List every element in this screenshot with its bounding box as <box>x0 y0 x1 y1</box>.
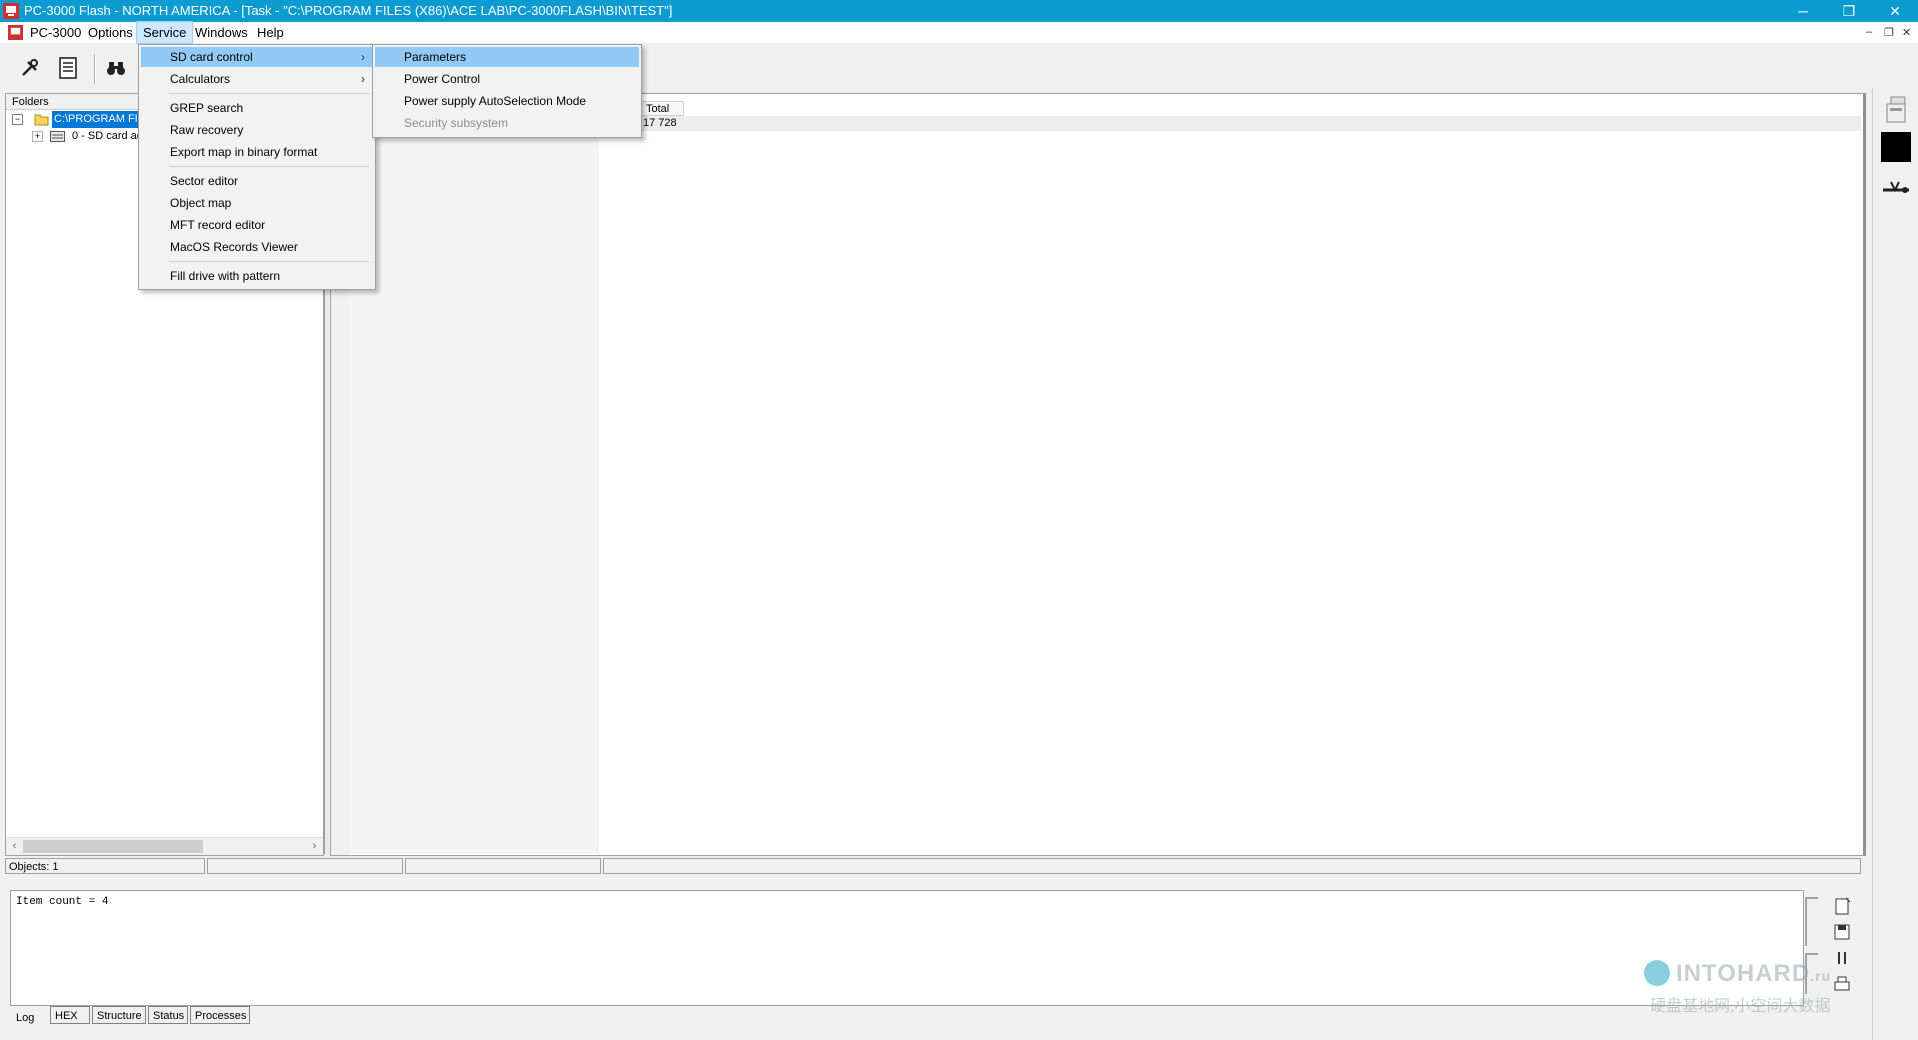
restore-button[interactable]: ❐ <box>1826 0 1872 22</box>
tree-node-sd-card-label[interactable]: 0 - SD card ad <box>72 128 143 145</box>
right-tool-strip <box>1872 88 1918 1040</box>
scrollbar-thumb[interactable] <box>23 840 203 853</box>
watermark-logo-icon <box>1644 960 1670 986</box>
watermark: INTOHARD.ru 硬盘基地网,小空间大数据 <box>1642 958 1862 1018</box>
menu-bar: PC-3000 Options Service Windows Help – ❐… <box>0 21 1918 44</box>
tab-hex[interactable]: HEX <box>50 1006 90 1024</box>
submenu-arrow-icon: › <box>361 50 365 64</box>
toolbar <box>0 48 135 88</box>
menu-item-fill-drive[interactable]: Fill drive with pattern <box>141 266 373 286</box>
save-icon[interactable] <box>1832 922 1852 942</box>
tree-node-root-label[interactable]: C:\PROGRAM FIL <box>52 111 146 128</box>
close-button[interactable]: ✕ <box>1872 0 1918 22</box>
tab-processes[interactable]: Processes <box>190 1006 250 1024</box>
scroll-left-icon[interactable]: ‹ <box>6 839 23 854</box>
menu-item-object-map[interactable]: Object map <box>141 193 373 213</box>
menu-item-parameters[interactable]: Parameters <box>375 47 639 67</box>
toolbar-separator <box>94 54 96 84</box>
scroll-right-icon[interactable]: › <box>306 839 323 854</box>
watermark-domain: .ru <box>1810 968 1832 984</box>
menu-separator <box>169 93 369 94</box>
log-panel[interactable]: Item count = 4 <box>10 890 1804 1006</box>
menu-item-sd-card-control-label: SD card control <box>170 50 253 64</box>
menu-item-macos-records-viewer[interactable]: MacOS Records Viewer <box>141 237 373 257</box>
menu-item-power-autoselection[interactable]: Power supply AutoSelection Mode <box>375 91 639 111</box>
status-cell-4 <box>603 858 1861 874</box>
watermark-brand-name: INTOHARD <box>1676 960 1811 987</box>
menu-item-calculators-label: Calculators <box>170 72 231 86</box>
watermark-tagline: 硬盘基地网,小空间大数据 <box>1650 998 1831 1015</box>
table-cell-total: 17 728 <box>643 117 677 129</box>
folder-icon <box>34 114 49 126</box>
tools-icon <box>22 59 38 76</box>
submenu-arrow-icon: › <box>361 72 365 86</box>
menu-service[interactable]: Service <box>135 21 194 44</box>
tree-expand-toggle[interactable]: + <box>32 131 43 142</box>
tab-structure[interactable]: Structure <box>92 1006 146 1024</box>
menu-options[interactable]: Options <box>82 22 139 43</box>
status-cell-3 <box>405 858 601 874</box>
column-header-total[interactable]: Total <box>639 101 684 116</box>
search-button[interactable] <box>100 52 132 84</box>
drive-icon <box>50 131 65 142</box>
tools-button[interactable] <box>14 52 46 84</box>
device-icon[interactable] <box>1881 94 1911 124</box>
menu-item-security-subsystem: Security subsystem <box>404 116 509 130</box>
log-text: Item count = 4 <box>16 896 109 908</box>
minimize-button[interactable]: ─ <box>1780 0 1826 22</box>
menu-help[interactable]: Help <box>251 22 290 43</box>
new-log-icon[interactable] <box>1832 896 1852 916</box>
status-cell-2 <box>207 858 403 874</box>
sd-card-submenu: Parameters Power Control Power supply Au… <box>372 44 642 138</box>
mdi-close-button[interactable]: ✕ <box>1902 26 1911 39</box>
menu-pc3000[interactable]: PC-3000 <box>24 22 87 43</box>
black-indicator-icon[interactable] <box>1881 132 1911 162</box>
menu-separator <box>169 261 369 262</box>
menu-item-mft-record-editor[interactable]: MFT record editor <box>141 215 373 235</box>
report-button[interactable] <box>52 52 84 84</box>
tree-collapse-toggle[interactable]: − <box>12 114 23 125</box>
menu-separator <box>169 166 369 167</box>
binoculars-icon <box>107 62 125 75</box>
mdi-minimize-button[interactable]: – <box>1866 26 1872 38</box>
main-gray-area <box>349 94 599 854</box>
menu-item-grep-search[interactable]: GREP search <box>141 98 373 118</box>
menu-item-export-map[interactable]: Export map in binary format <box>141 142 373 162</box>
watermark-brand: INTOHARD.ru <box>1676 960 1831 988</box>
horizontal-scrollbar[interactable]: ‹ › <box>6 837 323 855</box>
document-icon <box>59 57 77 79</box>
service-menu: SD card control › Calculators › GREP sea… <box>138 44 376 290</box>
main-panel: Total 17 728 <box>330 93 1866 856</box>
menu-item-calculators[interactable]: Calculators › <box>141 69 373 89</box>
menu-windows[interactable]: Windows <box>189 22 254 43</box>
tab-status[interactable]: Status <box>148 1006 188 1024</box>
mdi-restore-button[interactable]: ❐ <box>1884 26 1894 39</box>
table-row[interactable] <box>599 116 1861 131</box>
tab-log[interactable]: Log <box>12 1009 39 1027</box>
title-bar: PC-3000 Flash - NORTH AMERICA - [Task - … <box>0 0 1918 22</box>
connector-icon[interactable] <box>1881 172 1911 202</box>
pc3000-app-icon[interactable] <box>3 3 19 19</box>
menu-item-raw-recovery[interactable]: Raw recovery <box>141 120 373 140</box>
menu-item-power-control[interactable]: Power Control <box>375 69 639 89</box>
window-title: PC-3000 Flash - NORTH AMERICA - [Task - … <box>24 3 673 18</box>
pc3000-menu-icon[interactable] <box>8 25 23 40</box>
status-objects: Objects: 1 <box>5 858 205 874</box>
status-bar: Objects: 1 <box>5 858 1863 876</box>
menu-item-sd-card-control[interactable]: SD card control › <box>141 47 373 67</box>
menu-item-sector-editor[interactable]: Sector editor <box>141 171 373 191</box>
